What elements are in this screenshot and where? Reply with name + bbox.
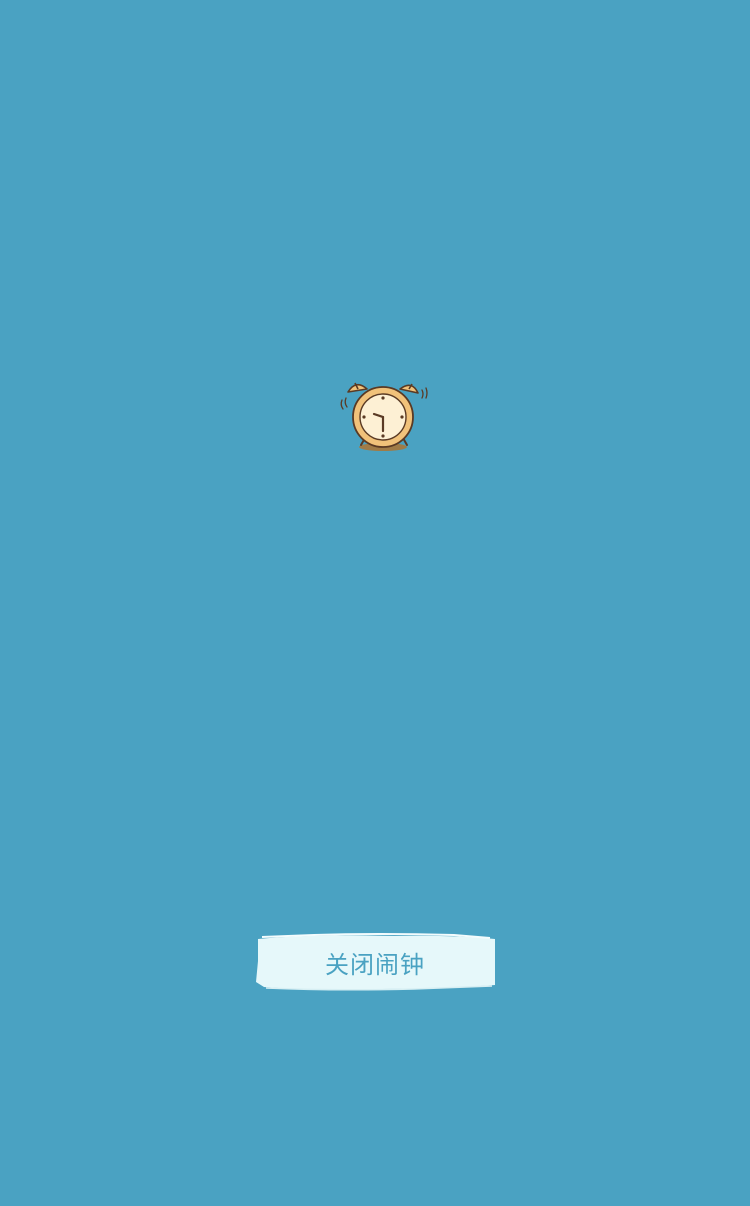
dismiss-alarm-button[interactable]: 关闭闹钟 [254, 933, 496, 991]
alarm-screen: { "screen": { "background_color": "#4aa2… [0, 0, 750, 1206]
dismiss-alarm-label: 关闭闹钟 [325, 950, 425, 979]
alarm-clock-icon [336, 376, 432, 456]
